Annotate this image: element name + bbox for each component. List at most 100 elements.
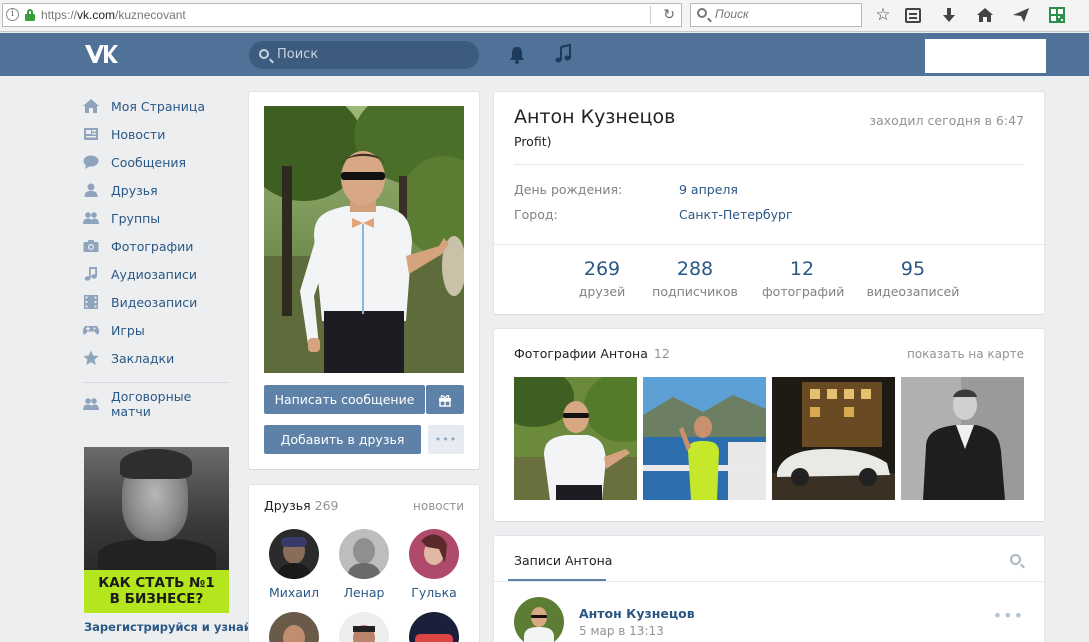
friend-item[interactable]: Гулька bbox=[404, 529, 464, 600]
friend-name[interactable]: Михаил bbox=[264, 585, 324, 600]
friend-item[interactable] bbox=[334, 612, 394, 642]
profile-status[interactable]: Profit) bbox=[514, 134, 551, 149]
ad-banner-text: КАК СТАТЬ №1 В БИЗНЕСЕ? bbox=[84, 570, 229, 613]
gift-button[interactable] bbox=[426, 385, 464, 414]
menu-item-label: Закладки bbox=[111, 350, 175, 366]
reading-list-icon[interactable] bbox=[902, 4, 924, 26]
city-value[interactable]: Санкт-Петербург bbox=[679, 207, 793, 222]
menu-item-games[interactable]: Игры bbox=[83, 316, 233, 344]
post-date[interactable]: 5 мар в 13:13 bbox=[579, 624, 664, 638]
photo-thumb[interactable] bbox=[514, 377, 637, 500]
show-on-map-link[interactable]: показать на карте bbox=[907, 347, 1024, 361]
home-browser-icon[interactable] bbox=[974, 4, 996, 26]
birthday-value[interactable]: 9 апреля bbox=[679, 182, 738, 197]
tab-wall-posts[interactable]: Записи Антона bbox=[514, 553, 612, 568]
photo-thumb[interactable] bbox=[901, 377, 1024, 500]
counter-label: друзей bbox=[578, 284, 626, 299]
friends-news-link[interactable]: новости bbox=[413, 499, 464, 513]
counter-value: 288 bbox=[676, 258, 714, 280]
counter-friends[interactable]: 269 друзей bbox=[574, 258, 630, 299]
ad-photo bbox=[84, 447, 229, 579]
counter-photos[interactable]: 12 фотографий bbox=[762, 258, 845, 299]
friend-item[interactable]: Михаил bbox=[264, 529, 324, 600]
menu-item-groups[interactable]: Группы bbox=[83, 204, 233, 232]
write-message-button[interactable]: Написать сообщение bbox=[264, 385, 425, 414]
url-text[interactable]: https://vk.com/kuznecovant bbox=[41, 8, 186, 22]
menu-item-fixed-matches[interactable]: Договорные матчи bbox=[83, 389, 233, 419]
bell-icon[interactable] bbox=[508, 45, 526, 65]
menu-item-news[interactable]: Новости bbox=[83, 120, 233, 148]
photos-header[interactable]: Фотографии Антона 12 bbox=[514, 346, 670, 361]
counter-videos[interactable]: 95 видеозаписей bbox=[866, 258, 960, 299]
browser-search-input[interactable] bbox=[715, 7, 855, 21]
friends-card: Друзья 269 новости Михаил Ленар Гулька bbox=[249, 485, 479, 642]
star-icon bbox=[83, 350, 99, 366]
menu-item-my-page[interactable]: Моя Страница bbox=[83, 92, 233, 120]
download-icon[interactable] bbox=[938, 4, 960, 26]
browser-search-box[interactable] bbox=[690, 3, 862, 27]
menu-item-label: Новости bbox=[111, 126, 166, 142]
home-icon bbox=[83, 98, 99, 114]
friends-header[interactable]: Друзья 269 bbox=[264, 498, 339, 513]
menu-item-photos[interactable]: Фотографии bbox=[83, 232, 233, 260]
menu-divider bbox=[83, 382, 229, 383]
menu-item-messages[interactable]: Сообщения bbox=[83, 148, 233, 176]
send-icon[interactable] bbox=[1010, 4, 1032, 26]
address-bar[interactable]: i https://vk.com/kuznecovant ↻ bbox=[2, 3, 682, 27]
menu-item-videos[interactable]: Видеозаписи bbox=[83, 288, 233, 316]
more-actions-button[interactable]: ••• bbox=[428, 425, 464, 454]
info-icon[interactable]: i bbox=[6, 8, 19, 21]
friend-name[interactable]: Ленар bbox=[334, 585, 394, 600]
vk-search-input[interactable] bbox=[277, 47, 467, 62]
friend-avatar[interactable] bbox=[409, 529, 459, 579]
friend-avatar[interactable] bbox=[269, 612, 319, 642]
menu-item-friends[interactable]: Друзья bbox=[83, 176, 233, 204]
friend-name[interactable]: Гулька bbox=[404, 585, 464, 600]
counter-value: 269 bbox=[583, 258, 621, 280]
url-host: vk.com bbox=[77, 8, 116, 22]
qr-code-icon[interactable] bbox=[1046, 4, 1068, 26]
post-author-avatar[interactable] bbox=[514, 597, 564, 642]
add-friend-button[interactable]: Добавить в друзья bbox=[264, 425, 421, 454]
add-friend-label: Добавить в друзья bbox=[280, 432, 405, 447]
friend-avatar[interactable] bbox=[339, 612, 389, 642]
counter-label: видеозаписей bbox=[866, 284, 960, 299]
profile-photo[interactable] bbox=[264, 106, 464, 373]
menu-item-bookmarks[interactable]: Закладки bbox=[83, 344, 233, 372]
post-author-name[interactable]: Антон Кузнецов bbox=[579, 606, 695, 621]
friend-avatar[interactable] bbox=[409, 612, 459, 642]
ad-caption-link[interactable]: Зарегистрируйся и узнай! bbox=[84, 620, 257, 634]
counter-label: фотографий bbox=[762, 284, 845, 299]
wall-search-button[interactable] bbox=[1010, 554, 1024, 568]
friend-item[interactable] bbox=[404, 612, 464, 642]
friend-avatar[interactable] bbox=[339, 529, 389, 579]
search-icon bbox=[259, 49, 269, 59]
friend-item[interactable]: Ленар bbox=[334, 529, 394, 600]
friends-title: Друзья bbox=[264, 498, 311, 513]
address-divider bbox=[650, 6, 651, 24]
friends-count: 269 bbox=[314, 498, 339, 513]
left-menu: Моя Страница Новости Сообщения Друзья Гр… bbox=[83, 92, 233, 419]
post-more-icon[interactable]: ••• bbox=[993, 606, 1024, 625]
ad-banner[interactable]: КАК СТАТЬ №1 В БИЗНЕСЕ? bbox=[84, 447, 229, 613]
photo-thumb[interactable] bbox=[772, 377, 895, 500]
friend-avatar[interactable] bbox=[269, 529, 319, 579]
search-icon bbox=[1010, 554, 1021, 565]
last-seen: заходил сегодня в 6:47 bbox=[869, 113, 1024, 128]
photo-thumb[interactable] bbox=[643, 377, 766, 500]
groups-icon bbox=[83, 396, 99, 412]
vk-logo[interactable] bbox=[84, 43, 118, 65]
menu-item-audio[interactable]: Аудиозаписи bbox=[83, 260, 233, 288]
user-menu-box[interactable] bbox=[925, 39, 1046, 73]
menu-item-label: Друзья bbox=[111, 182, 158, 198]
ad-line-1: КАК СТАТЬ №1 bbox=[98, 575, 215, 591]
gamepad-icon bbox=[83, 322, 99, 338]
friend-item[interactable] bbox=[264, 612, 324, 642]
photos-count: 12 bbox=[653, 346, 670, 361]
bookmark-star-icon[interactable]: ☆ bbox=[872, 4, 894, 26]
reload-icon[interactable]: ↻ bbox=[663, 7, 675, 23]
music-icon[interactable] bbox=[554, 44, 572, 64]
counter-followers[interactable]: 288 подписчиков bbox=[652, 258, 738, 299]
vk-search-box[interactable] bbox=[249, 41, 479, 69]
menu-item-label: Договорные матчи bbox=[111, 389, 192, 419]
